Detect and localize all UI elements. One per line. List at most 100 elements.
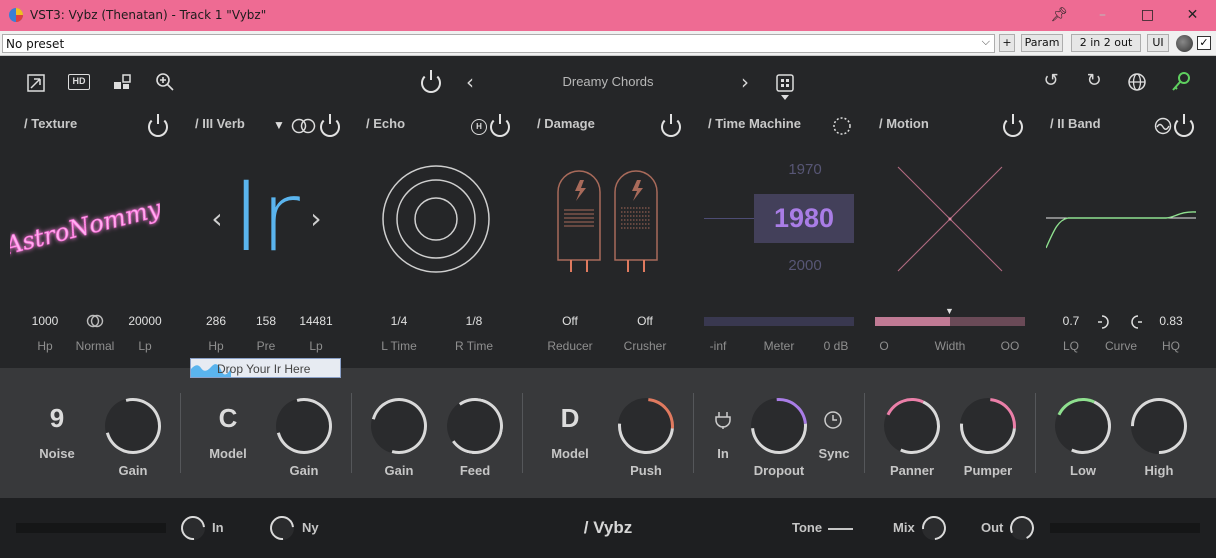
preset-select-value: No preset bbox=[6, 37, 65, 51]
verb-power-icon[interactable] bbox=[320, 114, 340, 137]
bypass-checkbox[interactable]: ✓ bbox=[1197, 36, 1211, 50]
high-label: High bbox=[1144, 463, 1174, 478]
dropout-label: Dropout bbox=[753, 463, 805, 478]
output-knob[interactable] bbox=[1006, 512, 1038, 544]
globe-icon[interactable] bbox=[1127, 72, 1147, 92]
reducer-tube[interactable] bbox=[557, 170, 601, 272]
motion-power-icon[interactable] bbox=[1003, 114, 1023, 137]
echo-power-icon[interactable] bbox=[490, 114, 510, 137]
damage-crusher-value[interactable]: Off bbox=[615, 314, 675, 328]
divider bbox=[1035, 393, 1036, 473]
out-label: Out bbox=[981, 520, 1004, 535]
param-button[interactable]: Param bbox=[1021, 34, 1063, 52]
noise-value[interactable]: 9 bbox=[37, 403, 77, 434]
year-current: 1980 bbox=[773, 203, 835, 233]
panner-label: Panner bbox=[889, 463, 935, 478]
preset-browser-icon[interactable] bbox=[775, 73, 795, 103]
texture-lp-label: Lp bbox=[138, 339, 152, 353]
next-ir-icon[interactable]: › bbox=[306, 202, 326, 235]
pumper-label: Pumper bbox=[963, 463, 1013, 478]
section-title-echo: / Echo bbox=[366, 116, 406, 131]
preset-name[interactable]: Dreamy Chords bbox=[508, 74, 708, 89]
wet-knob[interactable] bbox=[1176, 35, 1193, 52]
motion-cross-display[interactable] bbox=[896, 165, 1004, 273]
echo-ltime-value[interactable]: 1/4 bbox=[369, 314, 429, 328]
echo-gain-label: Gain bbox=[384, 463, 414, 478]
damage-model-value[interactable]: D bbox=[550, 403, 590, 434]
echo-mode-icon[interactable]: H bbox=[471, 119, 487, 135]
time-line bbox=[704, 218, 754, 219]
redo-icon[interactable]: ↻ bbox=[1083, 70, 1105, 91]
input-meter bbox=[16, 523, 166, 533]
resize-icon[interactable] bbox=[26, 73, 46, 93]
input-knob[interactable] bbox=[176, 511, 210, 545]
ui-button[interactable]: UI bbox=[1147, 34, 1169, 52]
chevron-down-icon: ⌵ bbox=[981, 36, 990, 48]
texture-gain-label: Gain bbox=[118, 463, 148, 478]
output-meter bbox=[1050, 523, 1200, 533]
tone-line[interactable] bbox=[828, 528, 853, 530]
verb-model-value[interactable]: C bbox=[208, 403, 248, 434]
astronommy-logo: AstroNommy bbox=[10, 195, 160, 261]
pin-icon[interactable]: 📌︎ bbox=[1037, 0, 1082, 31]
curve-icon[interactable] bbox=[1096, 313, 1144, 331]
width-max-label: OO bbox=[1000, 339, 1020, 353]
band-hq-label: HQ bbox=[1162, 339, 1180, 353]
add-button[interactable]: + bbox=[999, 34, 1015, 52]
texture-lp-value[interactable]: 20000 bbox=[115, 314, 175, 328]
minimize-button[interactable]: – bbox=[1080, 0, 1125, 31]
waveform-icon[interactable] bbox=[1153, 117, 1173, 135]
damage-power-icon[interactable] bbox=[661, 114, 681, 137]
bottom-bar: In Ny / Vybz Tone Mix Out bbox=[0, 498, 1216, 558]
maximize-button[interactable]: □ bbox=[1125, 0, 1170, 31]
band-lq-value[interactable]: 0.7 bbox=[1041, 314, 1101, 328]
normal-link-icon[interactable] bbox=[85, 312, 105, 330]
band-curve-display[interactable] bbox=[1046, 200, 1196, 252]
texture-power-icon[interactable] bbox=[148, 114, 168, 137]
undo-icon[interactable]: ↺ bbox=[1040, 70, 1062, 91]
section-title-verb: / III Verb bbox=[195, 116, 245, 131]
input-label: In bbox=[212, 520, 224, 535]
triangle-down-icon[interactable]: ▼ bbox=[273, 118, 285, 132]
width-slider[interactable] bbox=[875, 317, 1025, 326]
global-power-icon[interactable] bbox=[421, 70, 441, 93]
hd-icon[interactable]: HD bbox=[68, 74, 90, 90]
band-hq-value[interactable]: 0.83 bbox=[1141, 314, 1201, 328]
prev-ir-icon[interactable]: ‹ bbox=[207, 202, 227, 235]
crusher-tube[interactable] bbox=[614, 170, 658, 272]
routing-button[interactable]: 2 in 2 out bbox=[1071, 34, 1141, 52]
section-title-time-machine: / Time Machine bbox=[708, 116, 801, 131]
damage-model-label: Model bbox=[551, 446, 589, 461]
zoom-icon[interactable] bbox=[155, 72, 175, 92]
echo-rtime-value[interactable]: 1/8 bbox=[444, 314, 504, 328]
stereo-link-icon[interactable] bbox=[291, 117, 317, 135]
year-box[interactable]: 1980 bbox=[754, 194, 854, 243]
preset-select[interactable]: No preset ⌵ bbox=[2, 34, 995, 53]
key-icon[interactable] bbox=[1170, 71, 1192, 93]
prev-preset-icon[interactable]: ‹ bbox=[460, 70, 480, 94]
dial-icon[interactable] bbox=[832, 116, 852, 136]
verb-lp-value[interactable]: 14481 bbox=[286, 314, 346, 328]
damage-reducer-value[interactable]: Off bbox=[540, 314, 600, 328]
verb-lp-label: Lp bbox=[309, 339, 323, 353]
divider bbox=[180, 393, 181, 473]
host-toolbar: No preset ⌵ + Param 2 in 2 out UI ✓ bbox=[0, 31, 1216, 56]
band-power-icon[interactable] bbox=[1174, 114, 1194, 137]
width-slider-fill bbox=[875, 317, 950, 326]
divider bbox=[864, 393, 865, 473]
divider bbox=[522, 393, 523, 473]
echo-ltime-label: L Time bbox=[381, 339, 417, 353]
layout-icon[interactable] bbox=[112, 72, 132, 92]
ir-drop-zone[interactable]: Drop Your Ir Here bbox=[190, 358, 341, 378]
clock-icon[interactable] bbox=[823, 410, 843, 430]
mix-knob[interactable] bbox=[917, 511, 951, 545]
plug-icon[interactable] bbox=[713, 410, 733, 430]
section-title-band: / II Band bbox=[1050, 116, 1101, 131]
echo-rings-display bbox=[382, 165, 490, 273]
texture-hp-value[interactable]: 1000 bbox=[15, 314, 75, 328]
title-bar: VST3: Vybz (Thenatan) - Track 1 "Vybz" 📌… bbox=[0, 0, 1216, 31]
close-button[interactable]: ✕ bbox=[1170, 0, 1215, 31]
next-preset-icon[interactable]: › bbox=[735, 70, 755, 94]
echo-feed-label: Feed bbox=[459, 463, 491, 478]
ny-knob[interactable] bbox=[265, 511, 299, 545]
